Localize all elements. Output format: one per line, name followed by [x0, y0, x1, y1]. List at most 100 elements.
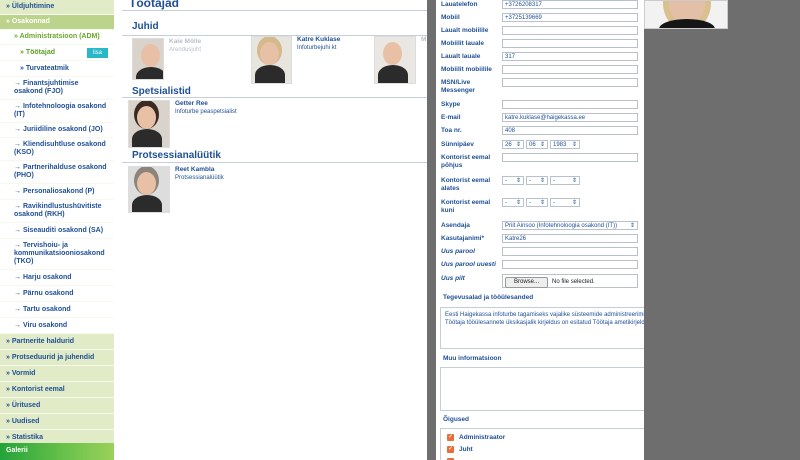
person-photo: [374, 36, 416, 84]
section-heading-juhid: Juhid: [132, 21, 159, 32]
nav-item-sa[interactable]: → Siseauditi osakond (SA): [0, 223, 114, 239]
desk-to-mobile-field[interactable]: [502, 26, 638, 35]
person-photo: [132, 38, 164, 80]
substitute-select[interactable]: Priit Ainsoo (Infotehnoloogia osakond (I…: [502, 221, 638, 230]
nav-item-turvateatmik[interactable]: » Turvateatmik: [0, 61, 114, 77]
nav-item-rkh[interactable]: → Ravikindlustushüvitiste osakond (RKH): [0, 200, 114, 223]
away-until-day-select[interactable]: - ⇕: [502, 198, 524, 207]
mobile-field[interactable]: +3725139669: [502, 13, 638, 22]
select-value: 06: [529, 142, 536, 148]
birthday-day-select[interactable]: 26 ⇕: [502, 140, 524, 149]
nav-label: → Pärnu osakond: [14, 289, 74, 297]
nav-item-jo[interactable]: → Juriidiline osakond (JO): [0, 123, 114, 138]
nav-item-kontorist-eemal[interactable]: » Kontorist eemal: [0, 382, 114, 398]
person-name: Reet Kambla: [175, 166, 215, 173]
section-heading-spetsialistid: Spetsialistid: [132, 86, 191, 97]
desk-phone-field[interactable]: +3726208317: [502, 0, 638, 9]
nav-item-tootajad[interactable]: » Töötajad lisa: [0, 45, 114, 61]
add-employee-button[interactable]: lisa: [86, 47, 108, 58]
nav-item-it[interactable]: → Infotehnoloogia osakond (IT): [0, 100, 114, 123]
nav-label: » Statistika: [6, 433, 43, 441]
nav-label: » Töötajad: [20, 48, 56, 56]
select-value: -: [553, 200, 555, 206]
nav-label: → Juriidiline osakond (JO): [14, 126, 103, 133]
away-reason-field[interactable]: [502, 153, 638, 162]
chevron-down-icon: ⇕: [515, 200, 521, 206]
chevron-down-icon: ⇕: [571, 178, 577, 184]
person-card[interactable]: Katre Kuklase Infoturbejuhi kt: [251, 36, 340, 84]
nav-item-harju[interactable]: → Harju osakond: [0, 270, 114, 286]
field-label: Uus parool uuesti: [441, 261, 496, 268]
nav-item-administratsioon[interactable]: » Administratsioon (ADM): [0, 30, 114, 45]
nav-label: → Kliendisuhtluse osakond (KSO): [14, 141, 106, 156]
form-row: E-mail katre.kuklase@haigekassa.ee: [441, 113, 640, 122]
away-from-day-select[interactable]: - ⇕: [502, 176, 524, 185]
desk-to-desk-field[interactable]: 317: [502, 52, 638, 61]
nav-item-fjo[interactable]: → Finantsjuhtimise osakond (FJO): [0, 77, 114, 100]
nav-item-osakonnad[interactable]: » Osakonnad: [0, 15, 114, 30]
nav-item-uudised[interactable]: » Uudised: [0, 414, 114, 430]
nav-item-uldjuhtimine[interactable]: » Üldjuhtimine: [0, 0, 114, 15]
nav-item-parnu[interactable]: → Pärnu osakond: [0, 286, 114, 302]
rights-checkbox-juht[interactable]: ✓ Juht: [447, 446, 473, 453]
nav-item-tko[interactable]: → Tervishoiu- ja kommunikatsiooniosakond…: [0, 239, 114, 270]
field-label: Laualt lauale: [441, 53, 481, 60]
nav-label: → Infotehnoloogia osakond (IT): [14, 103, 107, 118]
gallery-link[interactable]: Galerii: [0, 443, 114, 460]
person-role: Infoturbejuhi kt: [297, 45, 337, 51]
file-upload-field: Browse... No file selected.: [502, 274, 638, 288]
field-label: Mobiilit lauale: [441, 40, 484, 47]
room-number-field[interactable]: 408: [502, 126, 638, 135]
email-field[interactable]: katre.kuklase@haigekassa.ee: [502, 113, 638, 122]
nav-label: → Tartu osakond: [14, 305, 71, 313]
select-value: 1983: [553, 142, 567, 148]
profile-photo: [644, 0, 728, 29]
select-value: -: [505, 200, 507, 206]
new-password-field[interactable]: [502, 247, 638, 256]
checkbox-checked-icon: ✓: [447, 434, 454, 441]
other-info-textarea[interactable]: [440, 367, 644, 411]
person-card[interactable]: M: [374, 36, 426, 84]
nav-item-pho[interactable]: → Partnerihalduse osakond (PHO): [0, 161, 114, 184]
nav-item-partnerite-haldurid[interactable]: » Partnerite haldurid: [0, 334, 114, 350]
duties-textarea[interactable]: Eesti Haigekassa infoturbe tagamiseks va…: [440, 307, 644, 349]
field-label: Sünnipäev: [441, 141, 474, 148]
nav-item-protseduurid[interactable]: » Protseduurid ja juhendid: [0, 350, 114, 366]
person-card[interactable]: Reet Kambla Protsessianalüütik: [128, 166, 224, 213]
nav-item-tartu[interactable]: → Tartu osakond: [0, 302, 114, 318]
nav-item-vormid[interactable]: » Vormid: [0, 366, 114, 382]
skype-field[interactable]: [502, 100, 638, 109]
sidebar-nav: » Üldjuhtimine » Osakonnad » Administrat…: [0, 0, 114, 460]
birthday-year-select[interactable]: 1983 ⇕: [550, 140, 580, 149]
field-label: E-mail: [441, 114, 461, 121]
chevron-down-icon: ⇕: [515, 142, 521, 148]
away-until-month-select[interactable]: - ⇕: [526, 198, 548, 207]
file-status: No file selected.: [552, 279, 595, 285]
field-label: Uus pilt: [441, 275, 465, 282]
select-value: 26: [505, 142, 512, 148]
browse-button[interactable]: Browse...: [505, 277, 549, 288]
messenger-field[interactable]: [502, 78, 638, 87]
rights-checkbox-administrator[interactable]: ✓ Administraator: [447, 434, 505, 441]
chevron-down-icon: ⇕: [539, 142, 545, 148]
field-label: Kontorist eemal põhjus: [441, 154, 491, 169]
person-card[interactable]: Kaie Mölle Arendusjuht: [132, 38, 201, 80]
username-field[interactable]: Katre26: [502, 234, 638, 243]
mobile-to-mobile-field[interactable]: [502, 65, 638, 74]
nav-item-uritused[interactable]: » Üritused: [0, 398, 114, 414]
away-until-year-select[interactable]: - ⇕: [550, 198, 580, 207]
field-label: Lauatelefon: [441, 1, 478, 8]
nav-label: » Partnerite haldurid: [6, 337, 75, 345]
birthday-month-select[interactable]: 06 ⇕: [526, 140, 548, 149]
nav-item-viru[interactable]: → Viru osakond: [0, 318, 114, 334]
nav-item-personal[interactable]: → Personaliosakond (P): [0, 184, 114, 200]
chevron-down-icon: ⇕: [629, 223, 635, 229]
person-card[interactable]: Getter Ree Infoturbe peaspetsialist: [128, 100, 237, 148]
nav-label: → Ravikindlustushüvitiste osakond (RKH): [14, 203, 102, 218]
away-from-month-select[interactable]: - ⇕: [526, 176, 548, 185]
away-from-year-select[interactable]: - ⇕: [550, 176, 580, 185]
form-row: Kontorist eemal alates - ⇕ - ⇕ - ⇕: [441, 176, 640, 193]
nav-item-kso[interactable]: → Kliendisuhtluse osakond (KSO): [0, 138, 114, 161]
confirm-password-field[interactable]: [502, 260, 638, 269]
mobile-to-desk-field[interactable]: [502, 39, 638, 48]
